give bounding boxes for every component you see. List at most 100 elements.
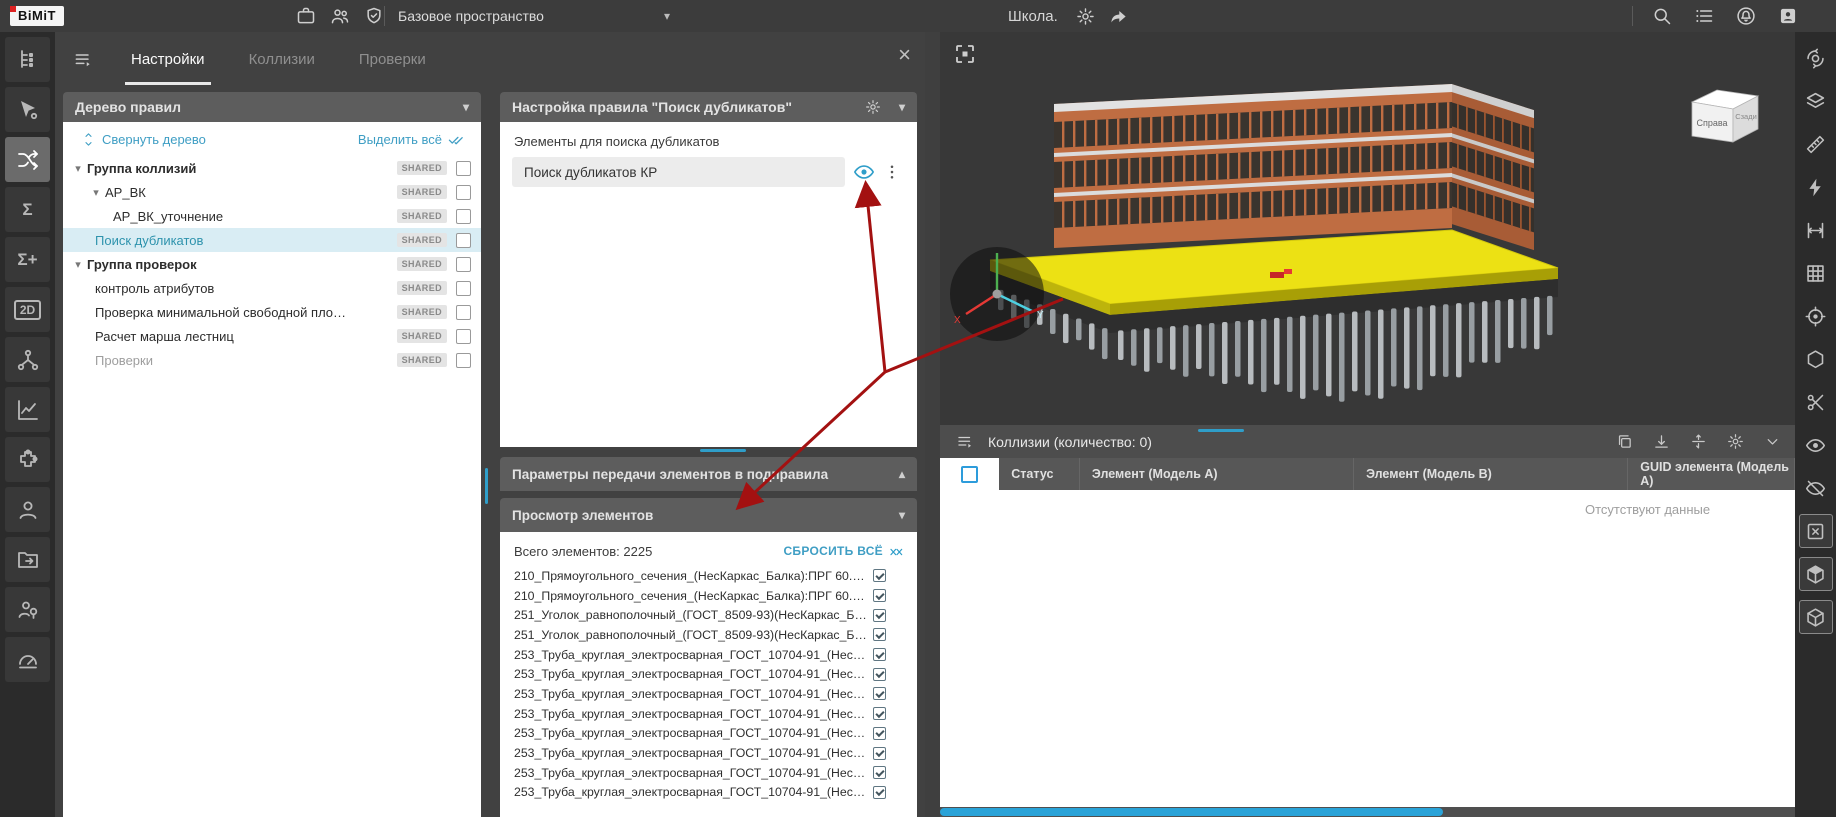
hide-eye-icon[interactable] <box>1799 471 1833 505</box>
element-checkbox[interactable] <box>873 648 886 662</box>
tree-item-checkbox[interactable] <box>456 256 471 272</box>
chevron-down-icon[interactable] <box>1764 433 1781 450</box>
settings-gear-icon[interactable] <box>1076 7 1095 26</box>
element-row[interactable]: 253_Труба_круглая_электросварная_ГОСТ_10… <box>500 743 917 763</box>
rule-settings-header[interactable]: Настройка правила "Поиск дубликатов" ▾ <box>500 92 917 122</box>
element-checkbox[interactable] <box>873 628 886 642</box>
unindent-icon[interactable] <box>956 433 974 451</box>
element-row[interactable]: 253_Труба_круглая_электросварная_ГОСТ_10… <box>500 664 917 684</box>
element-checkbox[interactable] <box>873 589 886 603</box>
search-icon[interactable] <box>1652 6 1672 26</box>
kebab-menu-icon[interactable] <box>883 163 901 181</box>
tree-row[interactable]: Расчет марша лестниц SHARED <box>63 324 481 348</box>
column-header[interactable]: GUID элемента (Модель A) <box>1628 458 1796 490</box>
notifications-icon[interactable] <box>1736 6 1756 26</box>
solid-cube-icon[interactable] <box>1798 600 1833 634</box>
plugins-icon[interactable] <box>5 437 50 482</box>
element-checkbox[interactable] <box>873 569 886 583</box>
element-checkbox[interactable] <box>873 608 886 622</box>
scrollbar-thumb[interactable] <box>485 468 488 504</box>
sum-icon[interactable]: Σ <box>5 187 50 232</box>
select-connect-icon[interactable] <box>5 87 50 132</box>
double-check-icon[interactable] <box>448 131 465 148</box>
reset-all-link[interactable]: СБРОСИТЬ ВСЁ <box>783 544 883 558</box>
user-location-icon[interactable] <box>5 587 50 632</box>
clash-bolt-icon[interactable] <box>1799 170 1833 204</box>
tree-row[interactable]: Поиск дубликатов SHARED <box>63 228 481 252</box>
chevron-down-icon[interactable]: ▾ <box>899 508 905 522</box>
orbit-3d-icon[interactable] <box>1799 41 1833 75</box>
unfold-icon[interactable] <box>81 132 96 147</box>
sum-plus-icon[interactable]: Σ+ <box>5 237 50 282</box>
element-row[interactable]: 253_Труба_круглая_электросварная_ГОСТ_10… <box>500 684 917 704</box>
viewport-3d[interactable]: X Y Справа Сзади <box>940 32 1795 425</box>
select-all-checkbox[interactable] <box>961 465 979 483</box>
element-viewer-header[interactable]: Просмотр элементов ▾ <box>500 498 917 532</box>
frame-focus-icon[interactable] <box>956 45 974 63</box>
shield-check-icon[interactable] <box>364 6 384 26</box>
element-row[interactable]: 251_Уголок_равнополочный_(ГОСТ_8509-93)(… <box>500 605 917 625</box>
align-bottom-icon[interactable] <box>1653 433 1670 450</box>
show-all-eye-icon[interactable] <box>1799 428 1833 462</box>
expand-caret-icon[interactable]: ▾ <box>87 186 105 199</box>
element-row[interactable]: 253_Труба_круглая_электросварная_ГОСТ_10… <box>500 783 917 803</box>
tab-2[interactable]: Проверки <box>353 35 432 85</box>
element-row[interactable]: 253_Труба_круглая_электросварная_ГОСТ_10… <box>500 704 917 724</box>
tree-row[interactable]: АР_ВК_уточнение SHARED <box>63 204 481 228</box>
resize-handle[interactable] <box>700 449 746 452</box>
shape-polygon-icon[interactable] <box>1799 342 1833 376</box>
column-header[interactable]: Статус <box>999 458 1080 490</box>
column-header[interactable]: Элемент (Модель B) <box>1354 458 1629 490</box>
tree-item-checkbox[interactable] <box>456 232 471 248</box>
element-row[interactable]: 210_Прямоугольного_сечения_(НесКаркас_Ба… <box>500 566 917 586</box>
tree-item-checkbox[interactable] <box>456 280 471 296</box>
align-center-icon[interactable] <box>1690 433 1707 450</box>
element-row[interactable]: 251_Уголок_равнополочный_(ГОСТ_8509-93)(… <box>500 625 917 645</box>
element-row[interactable]: 210_Прямоугольного_сечения_(НесКаркас_Ба… <box>500 586 917 606</box>
column-header[interactable]: Элемент (Модель A) <box>1080 458 1355 490</box>
tree-row[interactable]: контроль атрибутов SHARED <box>63 276 481 300</box>
tree-item-checkbox[interactable] <box>456 352 471 368</box>
tree-item-checkbox[interactable] <box>456 328 471 344</box>
copy-icon[interactable] <box>1616 433 1633 450</box>
view-2d-icon[interactable]: 2D <box>5 287 50 332</box>
axis-gizmo[interactable]: X Y <box>950 247 1044 341</box>
tree-item-checkbox[interactable] <box>456 184 471 200</box>
team-icon[interactable] <box>330 6 350 26</box>
transparent-cube-icon[interactable] <box>1798 557 1833 591</box>
element-row[interactable]: 253_Труба_круглая_электросварная_ГОСТ_10… <box>500 724 917 744</box>
measure-icon[interactable] <box>1799 213 1833 247</box>
app-logo[interactable]: BiMiT <box>10 6 64 26</box>
clash-rules-icon[interactable] <box>5 137 50 182</box>
element-checkbox[interactable] <box>873 667 886 681</box>
briefcase-icon[interactable] <box>296 6 316 26</box>
double-x-icon[interactable] <box>889 544 905 560</box>
select-all-link[interactable]: Выделить всё <box>358 132 442 147</box>
resize-handle[interactable] <box>1198 429 1244 432</box>
workspace-selector[interactable]: Базовое пространство ▾ <box>398 8 670 24</box>
list-menu-icon[interactable] <box>1694 6 1714 26</box>
gear-icon[interactable] <box>865 99 881 115</box>
element-checkbox[interactable] <box>873 726 886 740</box>
share-icon[interactable] <box>1109 7 1128 26</box>
close-icon[interactable]: × <box>898 44 911 66</box>
element-checkbox[interactable] <box>873 707 886 721</box>
element-row[interactable]: 253_Труба_круглая_электросварная_ГОСТ_10… <box>500 645 917 665</box>
settings-gear-icon[interactable] <box>1727 433 1744 450</box>
tree-row[interactable]: Проверки SHARED <box>63 348 481 372</box>
user-avatar-icon[interactable] <box>1778 6 1798 26</box>
element-checkbox[interactable] <box>873 766 886 780</box>
tree-row[interactable]: ▾ Группа проверок SHARED <box>63 252 481 276</box>
tab-1[interactable]: Коллизии <box>243 35 321 85</box>
expand-caret-icon[interactable]: ▾ <box>69 162 87 175</box>
element-checkbox[interactable] <box>873 785 886 799</box>
tree-row[interactable]: ▾ Группа коллизий SHARED <box>63 156 481 180</box>
grid-table-icon[interactable] <box>1799 256 1833 290</box>
collapse-tree-link[interactable]: Свернуть дерево <box>102 132 206 147</box>
tree-item-checkbox[interactable] <box>456 160 471 176</box>
focus-target-icon[interactable] <box>1799 299 1833 333</box>
hierarchy-icon[interactable] <box>5 337 50 382</box>
chart-icon[interactable] <box>5 387 50 432</box>
tree-row[interactable]: Проверка минимальной свободной площади с… <box>63 300 481 324</box>
scrollbar-thumb[interactable] <box>940 808 1443 816</box>
